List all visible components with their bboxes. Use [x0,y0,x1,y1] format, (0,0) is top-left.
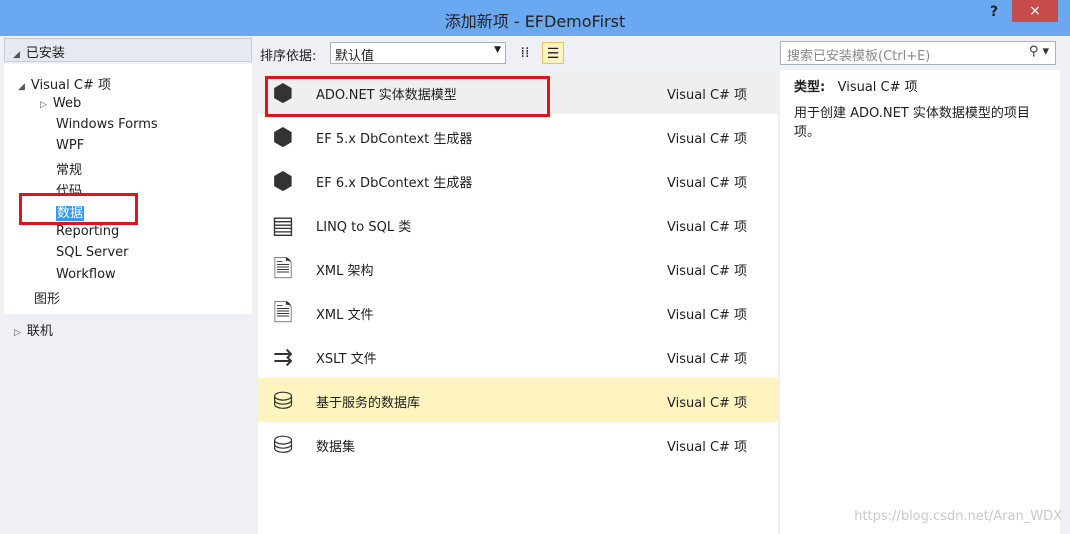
template-item[interactable]: ⛁ 基于服务的数据库 Visual C# 项 [258,378,778,422]
template-item[interactable]: ⬢ EF 6.x DbContext 生成器 Visual C# 项 [258,158,778,202]
title-bar: 添加新项 - EFDemoFirst ? × [0,0,1070,36]
database-icon: ⛁ [272,387,294,415]
template-item[interactable]: ⛁ 数据集 Visual C# 项 [258,422,778,466]
chevron-down-icon: ▼ [494,45,501,55]
template-item[interactable]: ⬢ EF 5.x DbContext 生成器 Visual C# 项 [258,114,778,158]
template-type: Visual C# 项 [667,88,748,103]
dataset-icon: ⛁ [272,431,294,459]
collapsed-arrow-icon: ▷ [14,328,21,338]
tree-node-label: Web [52,96,82,111]
detail-panel: 类型: Visual C# 项 用于创建 ADO.NET 实体数据模型的项目项。 [780,70,1060,534]
online-node[interactable]: ▷ 联机 [14,320,53,339]
annotation-box-ado [265,76,550,117]
collapsed-arrow-icon: ▷ [40,100,47,110]
annotation-box-data [19,193,138,225]
template-name: 基于服务的数据库 [316,396,421,411]
tree-node[interactable]: WPF [56,138,84,153]
type-label: 类型: [794,80,826,95]
template-list: ⬢ ADO.NET 实体数据模型 Visual C# 项 ⬢ EF 5.x DbCont… [258,70,778,534]
template-type: Visual C# 项 [667,132,748,147]
template-item[interactable]: ⇉ XSLT 文件 Visual C# 项 [258,334,778,378]
template-name: EF 6.x DbContext 生成器 [316,176,473,191]
tree-node-label: SQL Server [56,245,129,260]
template-type: Visual C# 项 [667,440,748,455]
tree-node-label: 图形 [34,292,61,307]
tree-node-label: Workflow [56,267,116,282]
tree-node[interactable]: SQL Server [56,245,129,260]
entity-model-icon: ⬢ [272,167,294,195]
tree-node[interactable]: 常规 [56,159,82,178]
template-name: LINQ to SQL 类 [316,220,412,235]
list-icon: ☰ [546,46,560,62]
template-type: Visual C# 项 [667,264,748,279]
type-value: Visual C# 项 [837,80,918,95]
sort-label: 排序依据: [260,49,317,64]
tree-node[interactable]: Workflow [56,267,116,282]
xml-file-icon: 🗎 [273,299,293,327]
template-type: Visual C# 项 [667,396,748,411]
template-item[interactable]: 🗎 XML 文件 Visual C# 项 [258,290,778,334]
grid-icon: ⁞⁞ [520,45,530,61]
tree-node[interactable]: Reporting [56,224,119,239]
template-type: Visual C# 项 [667,352,748,367]
tree-node[interactable]: 图形 [34,288,60,307]
xslt-icon: ⇉ [272,343,294,371]
template-name: EF 5.x DbContext 生成器 [316,132,473,147]
search-icon: ⚲ ▾ [1028,44,1049,59]
expand-arrow-icon: ◢ [18,82,25,92]
help-button[interactable]: ? [990,4,998,20]
window-title: 添加新项 - EFDemoFirst [444,12,626,31]
search-placeholder: 搜索已安装模板(Ctrl+E) [787,49,931,64]
search-input[interactable]: 搜索已安装模板(Ctrl+E) ⚲ ▾ [780,41,1056,65]
linq-icon: ▤ [271,211,295,239]
tree-node[interactable]: Windows Forms [56,117,158,132]
sort-dropdown[interactable]: 默认值 ▼ [330,42,506,64]
grid-view-button[interactable]: ⁞⁞ [514,42,536,64]
tree-node-label: Windows Forms [56,117,158,132]
template-name: XML 架构 [316,264,374,279]
template-item[interactable]: ▤ LINQ to SQL 类 Visual C# 项 [258,202,778,246]
installed-label: 已安装 [25,46,65,61]
installed-header[interactable]: ◢ 已安装 [4,38,252,62]
tree-node-label: 常规 [56,163,83,178]
watermark: https://blog.csdn.net/Aran_WDX [854,509,1062,524]
template-name: 数据集 [316,440,356,455]
tree-node[interactable]: ▷ Web [40,96,81,111]
entity-model-icon: ⬢ [272,123,294,151]
sort-value: 默认值 [335,49,375,64]
expand-arrow-icon: ◢ [13,50,20,60]
xml-file-icon: 🗎 [273,255,293,283]
tree-node[interactable]: ◢ Visual C# 项 [18,74,111,93]
tree-node-label: Reporting [56,224,120,239]
online-label: 联机 [26,324,53,339]
template-name: XSLT 文件 [316,352,377,367]
template-item[interactable]: 🗎 XML 架构 Visual C# 项 [258,246,778,290]
template-type: Visual C# 项 [667,176,748,191]
template-type: Visual C# 项 [667,308,748,323]
tree-node-label: Visual C# 项 [30,78,111,93]
tree-node-label: WPF [56,138,85,153]
template-type: Visual C# 项 [667,220,748,235]
template-name: XML 文件 [316,308,374,323]
category-tree: ◢ Visual C# 项 ▷ Web Windows Forms WPF 常规 代码 数据 Re… [4,64,252,314]
list-view-button[interactable]: ☰ [542,42,564,64]
close-button[interactable]: × [1012,0,1058,22]
description: 用于创建 ADO.NET 实体数据模型的项目项。 [794,106,1030,140]
